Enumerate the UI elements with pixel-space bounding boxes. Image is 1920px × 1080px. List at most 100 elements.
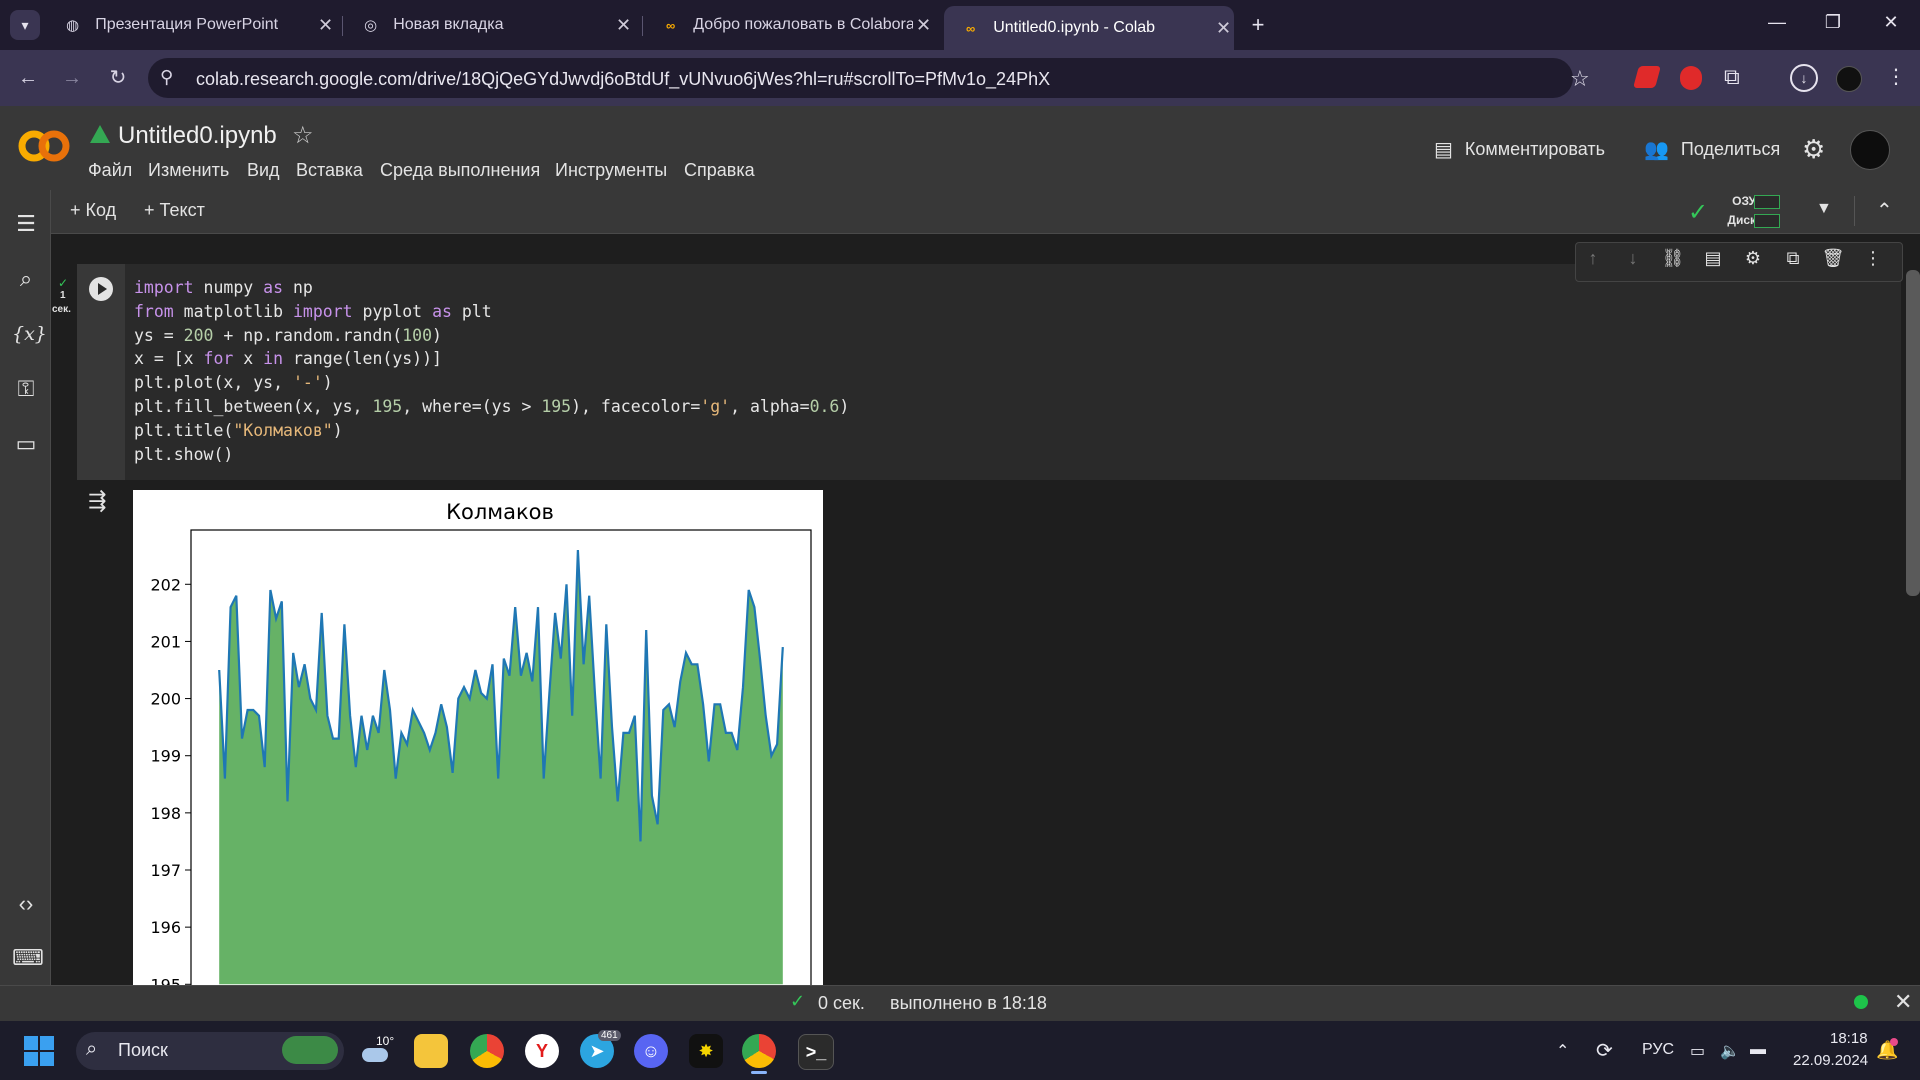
- app-sun-icon[interactable]: ✸: [689, 1034, 723, 1068]
- table-of-contents-icon[interactable]: ☰: [12, 210, 40, 238]
- colab-logo[interactable]: [18, 124, 70, 168]
- code-line-1: import numpy as np: [134, 278, 313, 297]
- colab-icon: ∞: [965, 20, 976, 36]
- close-icon[interactable]: ✕: [1213, 18, 1234, 39]
- close-icon[interactable]: ✕: [913, 15, 934, 36]
- y-tick-label: 201: [150, 632, 181, 651]
- terminal-icon[interactable]: >_: [798, 1034, 834, 1070]
- code-editor[interactable]: import numpy as np from matplotlib impor…: [134, 276, 849, 466]
- delete-icon[interactable]: 🗑: [1820, 248, 1846, 274]
- discord-icon[interactable]: ☺: [634, 1034, 668, 1068]
- code-line-3: ys = 200 + np.random.randn(100): [134, 325, 442, 345]
- browser-tab-untitled-colab[interactable]: ∞ Untitled0.ipynb - Colab ✕: [944, 6, 1234, 50]
- scrollbar[interactable]: [1906, 270, 1920, 596]
- move-up-icon[interactable]: ↑: [1580, 248, 1606, 274]
- extensions-puzzle-icon[interactable]: ⧉: [1724, 64, 1740, 90]
- output-actions-icon[interactable]: ⇶: [88, 488, 106, 514]
- clock-time[interactable]: 18:18: [1830, 1030, 1868, 1047]
- close-icon[interactable]: ✕: [315, 15, 336, 36]
- menu-view[interactable]: Вид: [247, 160, 280, 181]
- y-tick-label: 196: [150, 918, 181, 937]
- search-icon[interactable]: ⌕: [12, 265, 40, 293]
- back-icon[interactable]: ←: [14, 64, 42, 92]
- account-avatar[interactable]: [1850, 130, 1890, 170]
- people-icon: 👥: [1644, 139, 1669, 161]
- restore-icon[interactable]: ❐: [1818, 12, 1848, 38]
- code-line-4: x = [x for x in range(len(ys))]: [134, 349, 442, 369]
- bookmark-star-icon[interactable]: ☆: [1570, 66, 1590, 92]
- file-explorer-icon[interactable]: [414, 1034, 448, 1068]
- show-hidden-icons-chevron[interactable]: ⌃: [1556, 1041, 1569, 1061]
- link-icon[interactable]: ⛓: [1660, 248, 1686, 274]
- run-cell-button[interactable]: [89, 277, 113, 301]
- resources-indicator[interactable]: ОЗУ Диск: [1726, 192, 1780, 230]
- mirror-cell-icon[interactable]: ⧉: [1780, 248, 1806, 274]
- plus-icon: +: [144, 200, 160, 220]
- comment-cell-icon[interactable]: ▤: [1700, 248, 1726, 274]
- chrome-active-icon[interactable]: [742, 1034, 776, 1068]
- extension-shield-icon[interactable]: [1680, 66, 1702, 90]
- cell-exec-unit: сек.: [52, 304, 71, 315]
- profile-avatar[interactable]: [1836, 66, 1862, 92]
- downloads-icon[interactable]: ↓: [1790, 64, 1818, 92]
- cell-settings-icon[interactable]: ⚙: [1740, 248, 1766, 274]
- browser-tab-powerpoint[interactable]: ◍ Презентация PowerPoint ✕: [46, 6, 336, 44]
- forward-icon[interactable]: →: [58, 64, 86, 92]
- new-tab-button[interactable]: +: [1244, 12, 1272, 38]
- clock-date[interactable]: 22.09.2024: [1793, 1052, 1868, 1069]
- add-text-button[interactable]: + Текст: [144, 200, 205, 221]
- settings-gear-icon[interactable]: ⚙: [1802, 134, 1825, 165]
- code-line-7: plt.title("Колмаков"): [134, 420, 343, 440]
- share-button[interactable]: 👥 Поделиться: [1644, 137, 1780, 162]
- runtime-status-dot: [1854, 995, 1868, 1009]
- comment-icon: ▤: [1434, 139, 1453, 161]
- minimize-icon[interactable]: —: [1762, 12, 1792, 38]
- close-icon[interactable]: ✕: [613, 15, 634, 36]
- command-palette-icon[interactable]: ⌨: [12, 944, 44, 972]
- network-icon[interactable]: ▭: [1690, 1041, 1705, 1061]
- code-snippets-icon[interactable]: ‹›: [12, 890, 40, 918]
- site-info-icon[interactable]: ⚲: [160, 67, 173, 88]
- browser-tab-new-tab[interactable]: ◎ Новая вкладка ✕: [344, 6, 634, 44]
- y-tick-label: 199: [150, 747, 181, 766]
- input-language[interactable]: РУС: [1642, 1041, 1674, 1059]
- colab-icon: ∞: [665, 17, 676, 33]
- tab-search-button[interactable]: ▾: [10, 10, 40, 40]
- add-code-button[interactable]: + Код: [70, 200, 116, 221]
- weather-widget[interactable]: 10°: [360, 1034, 396, 1070]
- menu-help[interactable]: Справка: [684, 160, 755, 181]
- comment-button[interactable]: ▤ Комментировать: [1434, 137, 1605, 162]
- close-status-icon[interactable]: ✕: [1894, 989, 1912, 1015]
- windows-start-icon[interactable]: [24, 1036, 54, 1066]
- variables-icon[interactable]: {x}: [12, 320, 47, 348]
- menu-runtime[interactable]: Среда выполнения: [380, 160, 540, 181]
- chrome-icon[interactable]: [470, 1034, 504, 1068]
- code-line-8: plt.show(): [134, 444, 234, 464]
- reload-icon[interactable]: ↻: [104, 64, 132, 92]
- volume-icon[interactable]: 🔈: [1720, 1041, 1740, 1061]
- tab-label: Новая вкладка: [393, 16, 504, 33]
- weather-temp: 10°: [376, 1034, 395, 1048]
- files-folder-icon[interactable]: ▭: [12, 430, 40, 458]
- browser-menu-icon[interactable]: ⋮: [1886, 64, 1906, 89]
- notebook-title[interactable]: Untitled0.ipynb: [118, 122, 277, 150]
- sync-icon[interactable]: ⟳: [1596, 1038, 1613, 1063]
- menu-edit[interactable]: Изменить: [148, 160, 229, 181]
- move-down-icon[interactable]: ↓: [1620, 248, 1646, 274]
- close-window-icon[interactable]: ✕: [1876, 12, 1906, 38]
- collapse-chevron-icon[interactable]: ⌃: [1876, 198, 1893, 223]
- menu-tools[interactable]: Инструменты: [555, 160, 667, 181]
- share-label: Поделиться: [1680, 139, 1781, 159]
- secrets-key-icon[interactable]: ⚿: [12, 375, 40, 403]
- yandex-browser-icon[interactable]: Y: [525, 1034, 559, 1068]
- more-options-icon[interactable]: ⋮: [1860, 248, 1886, 274]
- runtime-dropdown-icon[interactable]: ▼: [1816, 200, 1832, 218]
- ram-bar: [1754, 195, 1780, 209]
- star-icon[interactable]: ☆: [292, 121, 314, 150]
- menu-insert[interactable]: Вставка: [296, 160, 363, 181]
- menu-file[interactable]: Файл: [88, 160, 132, 181]
- url-text[interactable]: colab.research.google.com/drive/18QjQeGY…: [196, 69, 1050, 90]
- battery-icon[interactable]: ▬: [1750, 1041, 1766, 1059]
- cell-exec-check-icon: ✓: [58, 276, 69, 290]
- browser-tab-colab-welcome[interactable]: ∞ Добро пожаловать в Colaboratory ✕: [644, 6, 934, 44]
